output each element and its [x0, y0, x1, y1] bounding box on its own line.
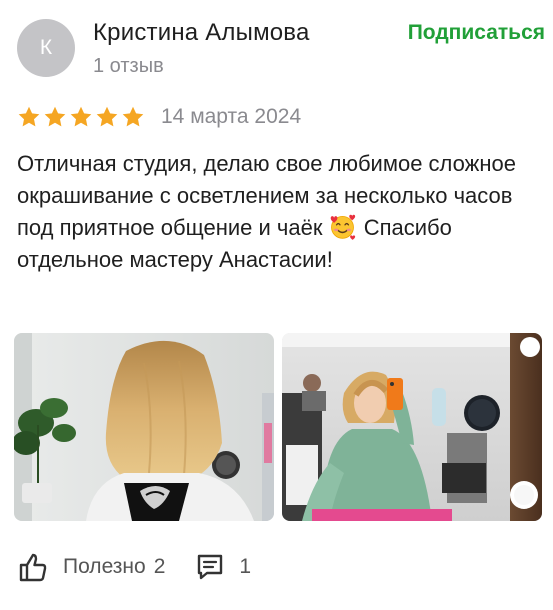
review-date: 14 марта 2024: [161, 105, 302, 128]
smiling-face-with-hearts-icon: [330, 214, 355, 240]
avatar[interactable]: К: [17, 19, 75, 77]
review-header: К Кристина Алымова 1 отзыв Подписаться: [17, 19, 545, 81]
star-icon: [122, 106, 144, 127]
subscribe-button[interactable]: Подписаться: [408, 21, 545, 45]
author-review-count: 1 отзыв: [93, 55, 164, 77]
review-actions: Полезно 2 1: [17, 548, 251, 586]
comments-count: 1: [239, 555, 252, 578]
star-icon: [44, 106, 66, 127]
author-name[interactable]: Кристина Алымова: [93, 19, 310, 47]
useful-button[interactable]: Полезно 2: [17, 551, 165, 583]
thumbs-up-icon: [19, 553, 47, 582]
useful-label: Полезно: [63, 555, 146, 578]
star-icon: [96, 106, 118, 127]
review-photos: [14, 333, 542, 521]
photo-mirror-selfie[interactable]: [282, 333, 542, 521]
photo-hair-back-view[interactable]: [14, 333, 274, 521]
useful-count: 2: [153, 555, 166, 578]
star-icon: [18, 106, 40, 127]
comment-icon: [198, 554, 223, 580]
star-rating: [17, 105, 145, 129]
rating-row: 14 марта 2024: [17, 102, 301, 132]
review-text: Отличная студия, делаю свое любимое слож…: [17, 148, 537, 276]
star-icon: [70, 106, 92, 127]
comments-button[interactable]: 1: [195, 552, 251, 582]
